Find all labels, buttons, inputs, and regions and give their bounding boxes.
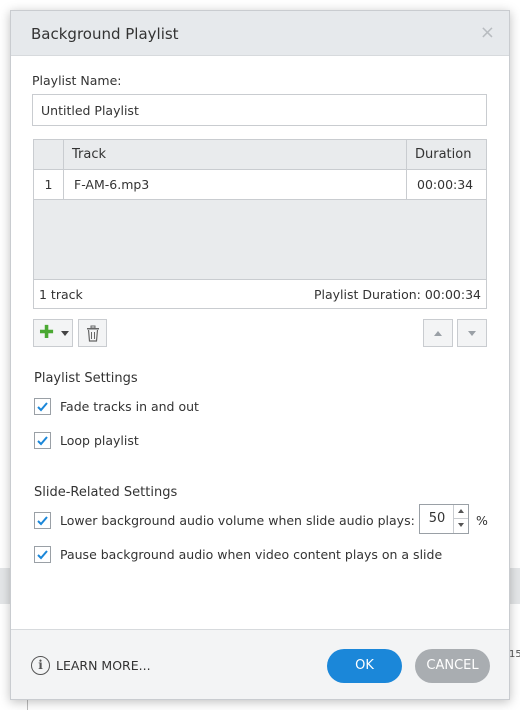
checkmark-icon [37,436,48,446]
dialog-title-bar: Background Playlist × [11,11,509,56]
move-up-button[interactable] [423,319,453,347]
checkmark-icon [37,550,48,560]
pause-audio-label: Pause background audio when video conten… [60,547,443,562]
delete-track-button[interactable] [78,319,107,347]
arrow-up-icon [458,509,464,513]
volume-increase-button[interactable] [453,505,468,519]
volume-value[interactable]: 50 [420,505,454,533]
plus-icon: ✚ [39,322,55,343]
header-duration[interactable]: Duration [407,140,486,170]
dialog-title: Background Playlist [31,25,179,43]
playlist-settings-title: Playlist Settings [34,371,138,386]
checkmark-icon [37,516,48,526]
lower-volume-checkbox[interactable] [34,512,51,529]
row-number: 1 [34,170,64,199]
header-track[interactable]: Track [64,140,407,170]
track-count: 1 track [39,287,83,302]
add-track-button[interactable]: ✚ [33,319,73,347]
move-down-button[interactable] [457,319,487,347]
checkmark-icon [37,402,48,412]
volume-decrease-button[interactable] [453,519,468,533]
row-duration: 00:00:34 [417,177,474,192]
table-summary: 1 track Playlist Duration: 00:00:34 [34,279,486,308]
row-track-name: F-AM-6.mp3 [64,170,407,199]
background-playlist-dialog: Background Playlist × Playlist Name: Tra… [10,10,510,700]
trash-icon [87,325,99,342]
arrow-down-icon [458,523,464,527]
loop-playlist-label: Loop playlist [60,433,139,448]
fade-tracks-label: Fade tracks in and out [60,399,199,414]
dialog-footer: i LEARN MORE... OK CANCEL [11,629,509,699]
table-row[interactable]: 1 F-AM-6.mp3 00:00:34 [34,170,486,200]
volume-unit: % [476,513,488,528]
info-icon: i [31,656,50,675]
slide-settings-title: Slide-Related Settings [34,485,178,500]
cancel-button[interactable]: CANCEL [415,649,490,683]
playlist-name-input[interactable] [32,94,487,126]
header-number [34,140,64,170]
volume-stepper[interactable]: 50 [419,504,469,534]
close-icon[interactable]: × [480,22,495,43]
ok-button[interactable]: OK [327,649,402,683]
playlist-name-label: Playlist Name: [32,73,122,88]
arrow-down-icon [468,331,476,336]
track-table: Track Duration 1 F-AM-6.mp3 00:00:34 1 t… [33,139,487,309]
fade-tracks-checkbox[interactable] [34,398,51,415]
pause-audio-checkbox[interactable] [34,546,51,563]
background-app-number: 15 [509,649,520,660]
lower-volume-label: Lower background audio volume when slide… [60,513,415,528]
playlist-duration: Playlist Duration: 00:00:34 [313,287,481,302]
learn-more-text: LEARN MORE... [56,658,151,673]
arrow-up-icon [434,331,442,336]
loop-playlist-checkbox[interactable] [34,432,51,449]
chevron-down-icon [61,331,69,336]
